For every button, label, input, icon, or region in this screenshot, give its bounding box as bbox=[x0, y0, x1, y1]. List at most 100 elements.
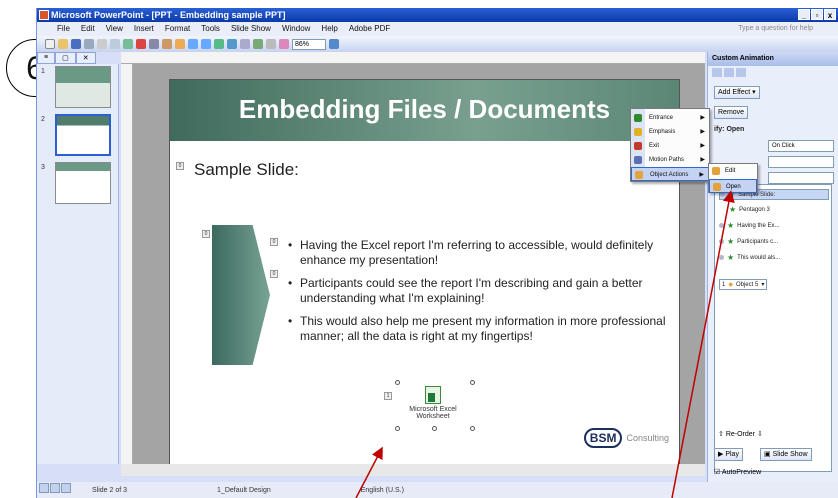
save-icon[interactable] bbox=[71, 39, 81, 49]
spelling-icon[interactable] bbox=[123, 39, 133, 49]
autopreview-checkbox[interactable]: ☑ AutoPreview bbox=[714, 468, 761, 476]
submenu-open[interactable]: Open bbox=[709, 179, 757, 193]
close-pane-icon[interactable]: ✕ bbox=[75, 52, 96, 64]
submenu-edit[interactable]: Edit bbox=[709, 164, 757, 178]
slide-thumbnail-2[interactable] bbox=[55, 114, 111, 156]
animation-tag: 1 bbox=[384, 392, 392, 400]
reorder-control[interactable]: ⇧ Re-Order ⇩ bbox=[718, 430, 763, 438]
menu-slide-show[interactable]: Slide Show bbox=[231, 22, 271, 36]
menu-window[interactable]: Window bbox=[282, 22, 310, 36]
menu-view[interactable]: View bbox=[106, 22, 123, 36]
menu-emphasis[interactable]: Emphasis ▶ bbox=[631, 125, 709, 139]
menu-format[interactable]: Format bbox=[165, 22, 190, 36]
chevron-down-icon[interactable]: ▾ bbox=[761, 281, 764, 288]
selection-handle[interactable] bbox=[470, 380, 475, 385]
remove-button[interactable]: Remove bbox=[714, 106, 749, 119]
slide-show-view-icon[interactable] bbox=[61, 483, 71, 493]
color-grayscale-icon[interactable] bbox=[279, 39, 289, 49]
vertical-ruler bbox=[121, 64, 133, 464]
bullet-list[interactable]: Having the Excel report I'm referring to… bbox=[288, 238, 668, 352]
submenu-arrow-icon: ▶ bbox=[700, 157, 705, 163]
menu-file[interactable]: File bbox=[57, 22, 70, 36]
tab-slides[interactable]: ▢ bbox=[55, 52, 76, 64]
slide-show-button[interactable]: ▣ Slide Show bbox=[760, 448, 812, 461]
animation-item[interactable]: ★ Participants c... bbox=[719, 237, 778, 246]
move-down-icon[interactable]: ⇩ bbox=[757, 431, 763, 438]
animation-item-object[interactable]: 1 ◆ Object 5 ▾ bbox=[719, 279, 768, 290]
menu-motion-paths[interactable]: Motion Paths ▶ bbox=[631, 153, 709, 167]
slide-title[interactable]: Embedding Files / Documents bbox=[170, 94, 679, 125]
embedded-excel-object[interactable]: Microsoft Excel Worksheet bbox=[398, 386, 468, 420]
print-icon[interactable] bbox=[97, 39, 107, 49]
bullet-item: This would also help me present my infor… bbox=[288, 314, 668, 344]
open-icon[interactable] bbox=[58, 39, 68, 49]
emphasis-icon bbox=[634, 128, 642, 136]
hyperlink-icon[interactable] bbox=[253, 39, 263, 49]
paste-icon[interactable] bbox=[162, 39, 172, 49]
slide-thumbnail-1[interactable] bbox=[55, 66, 111, 108]
excel-worksheet-icon bbox=[425, 386, 441, 404]
permission-icon[interactable] bbox=[84, 39, 94, 49]
notes-pane-edge[interactable] bbox=[121, 464, 705, 476]
tables-borders-icon[interactable] bbox=[240, 39, 250, 49]
back-icon[interactable] bbox=[712, 68, 722, 77]
help-icon[interactable] bbox=[329, 39, 339, 49]
slide-editing-area[interactable]: Embedding Files / Documents 0 Sample Sli… bbox=[133, 64, 705, 465]
forward-icon[interactable] bbox=[724, 68, 734, 77]
powerpoint-window: Microsoft PowerPoint - [PPT - Embedding … bbox=[36, 8, 838, 498]
cut-icon[interactable] bbox=[136, 39, 146, 49]
menu-entrance[interactable]: Entrance ▶ bbox=[631, 111, 709, 125]
new-icon[interactable] bbox=[45, 39, 55, 49]
menu-object-actions[interactable]: Object Actions ▶ bbox=[631, 167, 709, 181]
maximize-button[interactable]: ▫ bbox=[811, 9, 823, 20]
animation-list[interactable]: ★ Sample Slide: ★ Pentagon 3 ★ Having the E… bbox=[714, 184, 832, 472]
redo-icon[interactable] bbox=[201, 39, 211, 49]
object-actions-icon bbox=[635, 171, 643, 179]
close-button[interactable]: x bbox=[824, 9, 836, 20]
animation-tag: 0 bbox=[270, 238, 278, 246]
menu-insert[interactable]: Insert bbox=[134, 22, 154, 36]
minimize-button[interactable]: _ bbox=[798, 9, 810, 20]
entrance-star-icon: ★ bbox=[729, 205, 737, 214]
status-bar: Slide 2 of 3 1_Default Design English (U… bbox=[37, 482, 838, 498]
zoom-select[interactable]: 86% bbox=[292, 38, 326, 50]
menu-exit[interactable]: Exit ▶ bbox=[631, 139, 709, 153]
format-painter-icon[interactable] bbox=[175, 39, 185, 49]
start-dropdown[interactable]: On Click bbox=[768, 140, 834, 152]
undo-icon[interactable] bbox=[188, 39, 198, 49]
move-up-icon[interactable]: ⇧ bbox=[718, 431, 724, 438]
selection-handle[interactable] bbox=[395, 426, 400, 431]
expand-all-icon[interactable] bbox=[266, 39, 276, 49]
preview-icon[interactable] bbox=[110, 39, 120, 49]
play-button[interactable]: ▶ Play bbox=[714, 448, 743, 461]
slide-subtitle[interactable]: Sample Slide: bbox=[194, 160, 299, 180]
copy-icon[interactable] bbox=[149, 39, 159, 49]
insert-table-icon[interactable] bbox=[227, 39, 237, 49]
menu-tools[interactable]: Tools bbox=[201, 22, 220, 36]
selection-handle[interactable] bbox=[470, 426, 475, 431]
animation-item[interactable]: ★ Pentagon 3 bbox=[729, 205, 770, 214]
modify-label: ify: Open bbox=[714, 126, 745, 133]
home-icon[interactable] bbox=[736, 68, 746, 77]
bullet-item: Participants could see the report I'm de… bbox=[288, 276, 668, 306]
slide-sorter-view-icon[interactable] bbox=[50, 483, 60, 493]
property-dropdown[interactable] bbox=[768, 156, 834, 168]
animation-item[interactable]: ★ Having the Ex... bbox=[719, 221, 780, 230]
insert-chart-icon[interactable] bbox=[214, 39, 224, 49]
edit-action-icon bbox=[712, 167, 720, 175]
add-effect-button[interactable]: Add Effect ▾ bbox=[714, 86, 760, 99]
help-search-input[interactable]: Type a question for help bbox=[738, 22, 813, 36]
current-slide[interactable]: Embedding Files / Documents 0 Sample Sli… bbox=[169, 79, 680, 465]
menu-adobe-pdf[interactable]: Adobe PDF bbox=[349, 22, 390, 36]
slide-thumbnail-3[interactable] bbox=[55, 162, 111, 204]
selection-handle[interactable] bbox=[395, 380, 400, 385]
motion-paths-icon bbox=[634, 156, 642, 164]
selection-handle[interactable] bbox=[432, 426, 437, 431]
menu-edit[interactable]: Edit bbox=[81, 22, 95, 36]
menu-help[interactable]: Help bbox=[321, 22, 337, 36]
speed-dropdown[interactable] bbox=[768, 172, 834, 184]
pentagon-shape[interactable] bbox=[212, 225, 270, 365]
animation-item[interactable]: ★ This would als... bbox=[719, 253, 780, 262]
normal-view-icon[interactable] bbox=[39, 483, 49, 493]
tab-outline[interactable]: ≡ bbox=[37, 52, 56, 64]
